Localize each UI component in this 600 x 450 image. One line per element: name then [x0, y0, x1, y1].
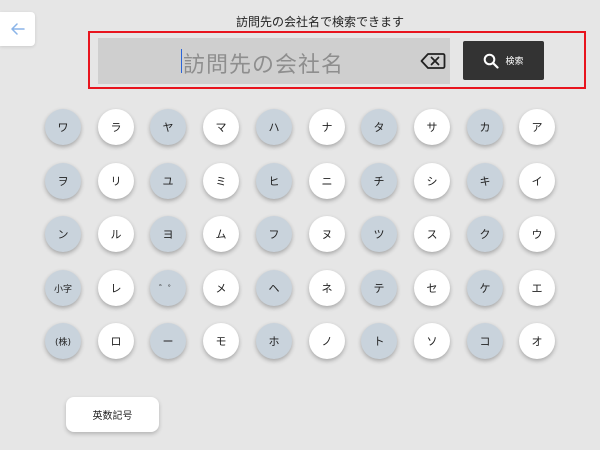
kana-key[interactable]: チ	[361, 163, 397, 199]
kana-key[interactable]: ソ	[414, 323, 450, 359]
kana-key[interactable]: カ	[467, 109, 503, 145]
kana-key[interactable]: ト	[361, 323, 397, 359]
backspace-icon	[420, 53, 446, 69]
kana-key[interactable]: コ	[467, 323, 503, 359]
kana-key[interactable]: イ	[519, 163, 555, 199]
backspace-button[interactable]	[420, 52, 446, 70]
kana-key[interactable]: ケ	[467, 270, 503, 306]
kana-key[interactable]: ヤ	[150, 109, 186, 145]
search-button[interactable]: 検索	[463, 41, 544, 80]
kana-key[interactable]: ラ	[98, 109, 134, 145]
search-caption: 訪問先の会社名で検索できます	[235, 15, 404, 29]
alphanumeric-keyboard-button[interactable]: 英数記号	[66, 397, 159, 432]
kana-key[interactable]: ン	[45, 216, 81, 252]
kana-key[interactable]: (株)	[45, 323, 81, 359]
kana-key[interactable]: ル	[98, 216, 134, 252]
kana-key[interactable]: ム	[203, 216, 239, 252]
kana-key[interactable]: ア	[519, 109, 555, 145]
kana-key[interactable]: ヘ	[256, 270, 292, 306]
search-panel: 訪問先の会社名 検索	[88, 31, 586, 89]
kana-key[interactable]: ナ	[309, 109, 345, 145]
kana-key[interactable]: リ	[98, 163, 134, 199]
kana-key[interactable]: ハ	[256, 109, 292, 145]
kana-key[interactable]: キ	[467, 163, 503, 199]
kana-key[interactable]: レ	[98, 270, 134, 306]
kana-key[interactable]: メ	[203, 270, 239, 306]
kana-key[interactable]: ー	[150, 323, 186, 359]
search-placeholder: 訪問先の会社名	[183, 53, 345, 78]
kana-key[interactable]: ヨ	[150, 216, 186, 252]
kana-key[interactable]: ウ	[519, 216, 555, 252]
back-button[interactable]	[0, 12, 35, 46]
kana-key[interactable]: ミ	[203, 163, 239, 199]
kana-key[interactable]: セ	[414, 270, 450, 306]
kana-key[interactable]: ユ	[150, 163, 186, 199]
kana-key[interactable]: ノ	[309, 323, 345, 359]
kana-key[interactable]: エ	[519, 270, 555, 306]
kana-key[interactable]: マ	[203, 109, 239, 145]
kana-key[interactable]: フ	[256, 216, 292, 252]
kana-key[interactable]: ネ	[309, 270, 345, 306]
kana-key[interactable]: モ	[203, 323, 239, 359]
kana-key[interactable]: ワ	[45, 109, 81, 145]
kana-key[interactable]: ホ	[256, 323, 292, 359]
kana-key[interactable]: ヌ	[309, 216, 345, 252]
kana-key[interactable]: サ	[414, 109, 450, 145]
kana-key[interactable]: ニ	[309, 163, 345, 199]
kana-key[interactable]: テ	[361, 270, 397, 306]
kana-key[interactable]: ヒ	[256, 163, 292, 199]
company-name-input[interactable]: 訪問先の会社名	[98, 38, 450, 84]
search-button-label: 検索	[505, 57, 524, 67]
kana-key[interactable]: オ	[519, 323, 555, 359]
kana-key[interactable]: ツ	[361, 216, 397, 252]
text-caret	[181, 49, 182, 73]
kana-key[interactable]: ス	[414, 216, 450, 252]
kana-key[interactable]: ゛゜	[150, 270, 186, 306]
kana-key[interactable]: シ	[414, 163, 450, 199]
kana-key[interactable]: ロ	[98, 323, 134, 359]
kana-key[interactable]: タ	[361, 109, 397, 145]
arrow-left-icon	[10, 23, 25, 35]
search-icon	[484, 53, 500, 69]
kana-search-screen: 訪問先の会社名で検索できます 訪問先の会社名 検索 ワラヤマハナタサカアヲリユミ…	[0, 0, 600, 450]
kana-key[interactable]: 小字	[45, 270, 81, 306]
kana-key[interactable]: ヲ	[45, 163, 81, 199]
kana-key[interactable]: ク	[467, 216, 503, 252]
